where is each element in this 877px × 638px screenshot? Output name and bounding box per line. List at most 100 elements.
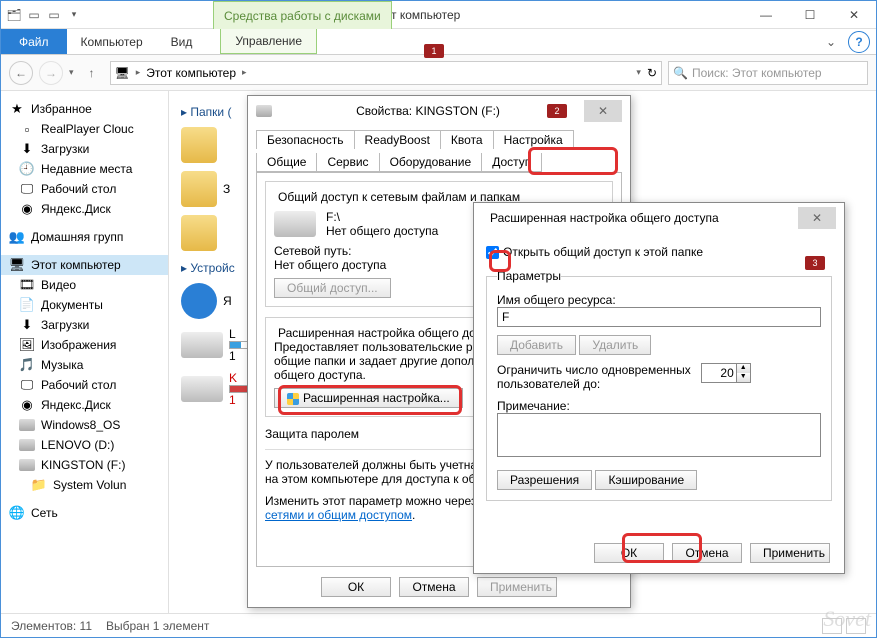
caching-button[interactable]: Кэширование <box>595 470 697 490</box>
homegroup-icon: 👥 <box>9 229 25 245</box>
share-name-input[interactable] <box>497 307 821 327</box>
note-textarea[interactable] <box>497 413 821 457</box>
nav-fav-item[interactable]: 🖵Рабочий стол <box>1 179 168 199</box>
app-icon: 🗂 <box>5 6 23 24</box>
folder-item[interactable]: З <box>181 171 230 207</box>
limit-label: Ограничить число одновременныхпользовате… <box>497 363 691 391</box>
navigation-pane: ★Избранное ▫RealPlayer Clouc ⬇Загрузки 🕘… <box>1 91 169 613</box>
ribbon-expand-icon[interactable]: ⌄ <box>820 29 842 54</box>
disk-icon: ◉ <box>19 397 35 413</box>
close-button[interactable]: ✕ <box>798 207 836 229</box>
checkbox-icon[interactable] <box>486 246 499 259</box>
spin-down-icon[interactable]: ▼ <box>737 373 750 382</box>
drive-item[interactable]: Я <box>181 283 232 319</box>
nav-pc-item[interactable]: KINGSTON (F:) <box>1 455 168 475</box>
permissions-button[interactable]: Разрешения <box>497 470 592 490</box>
downloads-icon: ⬇ <box>19 317 35 333</box>
note-label: Примечание: <box>497 399 821 413</box>
nav-network[interactable]: 🌐Сеть <box>1 503 168 523</box>
addr-dropdown-icon[interactable]: ▾ <box>636 67 641 78</box>
breadcrumb[interactable]: Этот компьютер <box>146 66 236 80</box>
search-icon: 🔍 <box>673 66 688 80</box>
limit-spinner[interactable]: ▲▼ <box>701 363 751 383</box>
minimize-button[interactable]: — <box>744 4 788 26</box>
nav-pc-item[interactable]: 📄Документы <box>1 295 168 315</box>
qat-newfolder-icon[interactable]: ▭ <box>45 6 63 24</box>
apply-button[interactable]: Применить <box>750 543 830 563</box>
back-button[interactable]: ← <box>9 61 33 85</box>
share-status: Нет общего доступа <box>326 224 438 238</box>
nav-fav-item[interactable]: 🕘Недавние места <box>1 159 168 179</box>
tab-customize[interactable]: Настройка <box>493 130 574 149</box>
nav-pc-item[interactable]: 🎞Видео <box>1 275 168 295</box>
tab-view[interactable]: Вид <box>157 29 207 54</box>
help-button[interactable]: ? <box>848 31 870 53</box>
tab-sharing[interactable]: Доступ <box>481 153 542 172</box>
remove-button[interactable]: Удалить <box>579 335 651 355</box>
ok-button[interactable]: ОК <box>321 577 391 597</box>
tab-hardware[interactable]: Оборудование <box>379 153 483 172</box>
view-icons-icon[interactable] <box>846 618 866 634</box>
nav-fav-item[interactable]: ▫RealPlayer Clouc <box>1 119 168 139</box>
view-details-icon[interactable] <box>822 618 842 634</box>
nav-fav-item[interactable]: ⬇Загрузки <box>1 139 168 159</box>
music-icon: 🎵 <box>19 357 35 373</box>
share-name-label: Имя общего ресурса: <box>497 293 821 307</box>
nav-pc-item[interactable]: ⬇Загрузки <box>1 315 168 335</box>
address-field[interactable]: 🖥 ▸ Этот компьютер ▸ ▾ ↻ <box>110 61 662 85</box>
nav-thispc[interactable]: 🖥Этот компьютер <box>1 255 168 275</box>
nav-fav-item[interactable]: ◉Яндекс.Диск <box>1 199 168 219</box>
folder-item[interactable] <box>181 127 217 163</box>
nav-pc-item[interactable]: LENOVO (D:) <box>1 435 168 455</box>
add-button[interactable]: Добавить <box>497 335 576 355</box>
network-center-link[interactable]: сетями и общим доступом <box>265 508 412 522</box>
share-button[interactable]: Общий доступ... <box>274 278 391 298</box>
nav-homegroup[interactable]: 👥Домашняя групп <box>1 227 168 247</box>
nav-pc-subitem[interactable]: 📁System Volun <box>1 475 168 495</box>
open-share-checkbox[interactable]: Открыть общий доступ к этой папке <box>486 245 832 259</box>
apply-button[interactable]: Применить <box>477 577 557 597</box>
tab-readyboost[interactable]: ReadyBoost <box>354 130 441 149</box>
tabs-row-bottom: Общие Сервис Оборудование Доступ <box>248 149 630 172</box>
spin-up-icon[interactable]: ▲ <box>737 364 750 373</box>
drive-icon <box>19 419 35 431</box>
folder-icon: 📁 <box>31 477 47 493</box>
cancel-button[interactable]: Отмена <box>672 543 742 563</box>
drive-icon <box>181 332 223 358</box>
folder-item[interactable] <box>181 215 217 251</box>
tab-tools[interactable]: Сервис <box>316 153 379 172</box>
close-button[interactable]: ✕ <box>832 4 876 26</box>
cancel-button[interactable]: Отмена <box>399 577 469 597</box>
nav-favorites[interactable]: ★Избранное <box>1 99 168 119</box>
tab-security[interactable]: Безопасность <box>256 130 355 149</box>
crumb-sep-icon: ▸ <box>136 67 141 78</box>
tab-computer[interactable]: Компьютер <box>67 29 157 54</box>
advanced-sharing-dialog: Расширенная настройка общего доступа ✕ О… <box>473 202 845 574</box>
drive-path: F:\ <box>326 210 438 224</box>
qat-properties-icon[interactable]: ▭ <box>25 6 43 24</box>
annotation-badge-2: 2 <box>547 104 567 118</box>
nav-pc-item[interactable]: 🎵Музыка <box>1 355 168 375</box>
tab-manage[interactable]: Управление <box>220 29 317 54</box>
nav-pc-item[interactable]: ◉Яндекс.Диск <box>1 395 168 415</box>
nav-pc-item[interactable]: 🖵Рабочий стол <box>1 375 168 395</box>
limit-input[interactable] <box>702 364 736 382</box>
advanced-sharing-button[interactable]: Расширенная настройка... <box>274 388 463 408</box>
forward-button[interactable]: → <box>39 61 63 85</box>
tab-general[interactable]: Общие <box>256 153 317 172</box>
refresh-icon[interactable]: ↻ <box>647 66 657 80</box>
tab-quota[interactable]: Квота <box>440 130 494 149</box>
ok-button[interactable]: ОК <box>594 543 664 563</box>
qat-expand-icon[interactable]: ▾ <box>65 6 83 24</box>
up-button[interactable]: ↑ <box>80 61 104 85</box>
nav-pc-item[interactable]: 🖼Изображения <box>1 335 168 355</box>
addressbar: ← → ▾ ↑ 🖥 ▸ Этот компьютер ▸ ▾ ↻ 🔍 Поиск… <box>1 55 876 91</box>
tab-file[interactable]: Файл <box>1 29 67 54</box>
quick-access-toolbar: 🗂 ▭ ▭ ▾ <box>1 6 87 24</box>
status-selected: Выбран 1 элемент <box>106 619 209 633</box>
search-input[interactable]: 🔍 Поиск: Этот компьютер <box>668 61 868 85</box>
history-dropdown-icon[interactable]: ▾ <box>69 67 74 78</box>
maximize-button[interactable]: ☐ <box>788 4 832 26</box>
nav-pc-item[interactable]: Windows8_OS <box>1 415 168 435</box>
close-button[interactable]: ✕ <box>584 100 622 122</box>
